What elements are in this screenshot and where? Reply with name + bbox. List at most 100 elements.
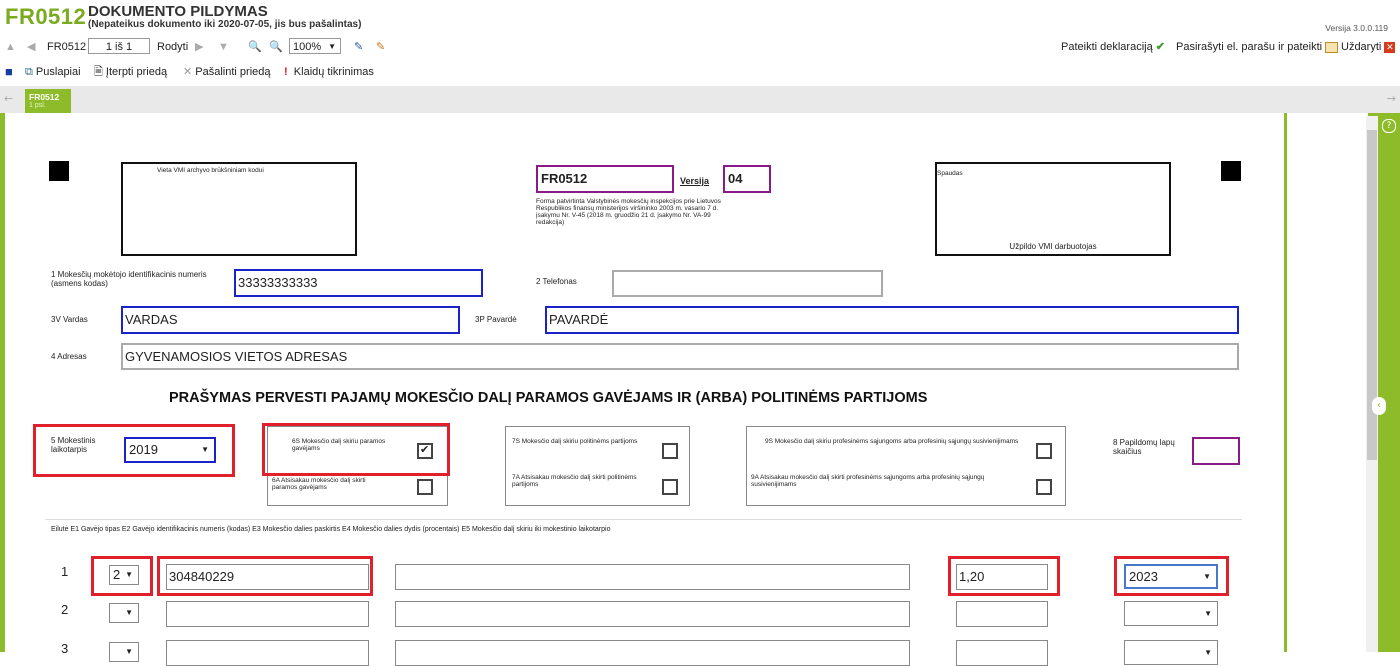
f7s-label: 7S Mokesčio dalį skiriu politinėms parti… — [512, 438, 638, 445]
form-code-title: FR0512 — [5, 4, 87, 29]
purpose-field[interactable] — [395, 640, 910, 666]
version-field: 04 — [723, 165, 771, 193]
help-icon[interactable]: ? — [1382, 119, 1396, 133]
collapse-panel-icon[interactable]: ‹ — [1372, 397, 1386, 415]
sign-label: Pasirašyti el. parašu ir pateikti — [1176, 41, 1323, 53]
purpose-field[interactable] — [395, 601, 910, 627]
chevron-down-icon: ▼ — [1204, 648, 1212, 657]
error-check-button[interactable]: ! Klaidų tikrinimas — [284, 64, 374, 80]
exclamation-icon: ! — [284, 66, 288, 78]
insert-attachment-icon: 🗎 — [94, 66, 103, 78]
edit-icon[interactable]: ✎ — [354, 39, 363, 55]
chevron-down-icon: ▼ — [125, 647, 133, 656]
registration-mark-left — [49, 161, 69, 181]
form-page: Vieta VMI archyvo brūkšniniam kodui FR05… — [5, 113, 1284, 666]
sign-and-submit-button[interactable]: Pasirašyti el. parašu ir pateikti — [1176, 39, 1339, 55]
taxpayer-id-label: 1 Mokesčių mokėtojo identifikacinis nume… — [51, 270, 207, 288]
f9a-label: 9A Atsisakau mokesčio dalį skirti profes… — [751, 474, 985, 488]
chevron-down-icon: ▼ — [1203, 572, 1211, 581]
insert-attachment-button[interactable]: 🗎 Įterpti priedą — [94, 64, 167, 80]
checkmark-icon: ✔ — [1155, 41, 1165, 53]
toolbar-form-name: FR0512 — [47, 41, 87, 53]
archive-label: Vieta VMI archyvo brūkšniniam kodui — [157, 167, 264, 174]
address-label: 4 Adresas — [51, 352, 87, 361]
until-year-value: 2023 — [1129, 569, 1158, 584]
divider — [45, 519, 1242, 520]
remove-label: Pašalinti priedą — [195, 66, 271, 78]
tab-scroll-right-icon[interactable]: → — [1387, 92, 1396, 105]
purpose-field[interactable] — [395, 564, 910, 590]
f9s-checkbox[interactable] — [1036, 443, 1052, 459]
stamp-footer: Užpildo VMI darbuotojas — [1009, 242, 1097, 251]
f9a-checkbox[interactable] — [1036, 479, 1052, 495]
pages-icon: ⧉ — [25, 66, 33, 78]
first-name-label: 3V Vardas — [51, 315, 88, 324]
recipient-code-field[interactable] — [166, 601, 369, 627]
until-year-select[interactable]: ▼ — [1124, 640, 1218, 665]
phone-field[interactable] — [612, 270, 883, 297]
table-header: Eilutė E1 Gavėjo tipas E2 Gavėjo identif… — [51, 526, 611, 533]
signature-card-icon — [1325, 41, 1339, 53]
zoom-select[interactable]: 100% ▼ — [289, 38, 341, 54]
f7s-checkbox[interactable] — [662, 443, 678, 459]
recipient-type-select[interactable]: ▼ — [109, 603, 139, 623]
save-icon[interactable]: ■ — [5, 64, 13, 80]
close-icon: ✕ — [1384, 41, 1396, 53]
tab-scroll-left-icon[interactable]: ← — [4, 92, 13, 105]
right-margin — [1284, 113, 1368, 652]
close-label: Uždaryti — [1341, 41, 1382, 53]
until-year-select[interactable]: 2023 ▼ — [1124, 564, 1218, 589]
percent-field[interactable]: 1,20 — [956, 564, 1048, 590]
last-name-field[interactable]: PAVARDĖ — [545, 306, 1239, 334]
taxpayer-id-field[interactable]: 33333333333 — [234, 269, 483, 297]
show-button[interactable]: Rodyti — [157, 39, 188, 55]
tab-label: FR0512 — [29, 92, 60, 102]
percent-field[interactable] — [956, 640, 1048, 666]
chevron-down-icon: ▼ — [201, 445, 209, 454]
page-indicator-input[interactable]: 1 iš 1 — [88, 38, 150, 54]
row-number: 2 — [61, 602, 69, 617]
tab-bar: ← → — [0, 86, 1400, 116]
page-subtitle: (Nepateikus dokumento iki 2020-07-05, ji… — [88, 19, 362, 30]
first-name-field[interactable]: VARDAS — [121, 306, 460, 334]
zoom-in-icon[interactable]: 🔍 — [269, 39, 283, 55]
address-field[interactable]: GYVENAMOSIOS VIETOS ADRESAS — [121, 343, 1239, 370]
extra-sheets-field[interactable] — [1192, 437, 1240, 465]
recipient-type-select[interactable]: 2 ▼ — [109, 565, 139, 585]
until-year-select[interactable]: ▼ — [1124, 601, 1218, 626]
close-button[interactable]: Uždaryti ✕ — [1341, 39, 1396, 55]
secondary-toolbar: ■ ⧉ Puslapiai 🗎 Įterpti priedą ✕ Pašalin… — [0, 62, 1400, 82]
submit-declaration-button[interactable]: Pateikti deklaraciją ✔ — [1061, 39, 1165, 55]
next-page-icon[interactable]: ▶ — [195, 39, 203, 55]
recipient-code-field[interactable]: 304840229 — [166, 564, 369, 590]
tax-period-value: 2019 — [129, 442, 158, 457]
approval-text: Forma patvirtinta Valstybinės mokesčių i… — [536, 198, 721, 226]
last-page-icon[interactable]: ▼ — [218, 39, 229, 55]
remove-icon: ✕ — [183, 66, 193, 78]
recipient-code-field[interactable] — [166, 640, 369, 666]
zoom-value: 100% — [293, 41, 322, 53]
remove-attachment-button[interactable]: ✕ Pašalinti priedą — [183, 64, 271, 80]
phone-label: 2 Telefonas — [536, 277, 577, 286]
f7a-label: 7A Atsisakau mokesčio dalį skirti politi… — [512, 474, 637, 488]
prev-page-icon[interactable]: ◀ — [27, 39, 35, 55]
zoom-out-icon[interactable]: 🔍 — [248, 39, 262, 55]
pages-button[interactable]: ⧉ Puslapiai — [25, 64, 81, 80]
main-toolbar: ▲ ◀ FR0512 1 iš 1 Rodyti ▶ ▼ 🔍 🔍 100% ▼ ✎… — [0, 36, 1400, 58]
checkmark-icon: ✔ — [420, 443, 430, 456]
recipient-type-value: 2 — [113, 567, 121, 582]
stamp-box: Spaudas Užpildo VMI darbuotojas — [935, 162, 1171, 256]
pages-label: Puslapiai — [35, 66, 81, 78]
errors-label: Klaidų tikrinimas — [293, 66, 374, 78]
recipient-type-select[interactable]: ▼ — [109, 642, 139, 662]
edit-all-icon[interactable]: ✎ — [376, 39, 385, 55]
f6s-checkbox[interactable]: ✔ — [417, 443, 433, 459]
percent-field[interactable] — [956, 601, 1048, 627]
version-label: Versija 3.0.0.119 — [1325, 23, 1388, 33]
f7a-checkbox[interactable] — [662, 479, 678, 495]
tax-period-select[interactable]: 2019 ▼ — [124, 437, 216, 463]
last-name-label: 3P Pavardė — [475, 315, 517, 324]
tab-fr0512[interactable]: FR0512 1 psl. — [25, 89, 71, 116]
first-page-icon[interactable]: ▲ — [5, 39, 16, 55]
f6a-checkbox[interactable] — [417, 479, 433, 495]
